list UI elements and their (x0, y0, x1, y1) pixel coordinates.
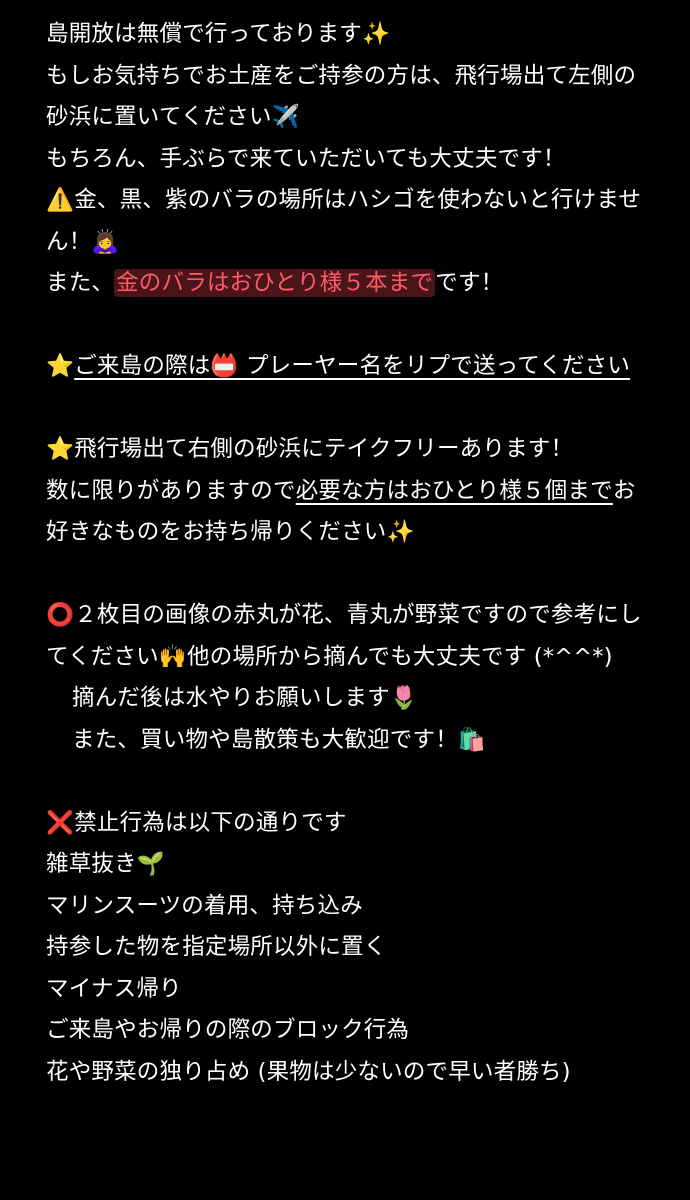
block1-line5-prefix: また、 (46, 270, 115, 296)
block4-line2: 摘んだ後は水やりお願いします🌷 (72, 685, 419, 711)
block3-line1: ⭐️飛行場出て右側の砂浜にテイクフリーあります！ (46, 436, 574, 462)
list-item: 花や野菜の独り占め (果物は少ないので早い者勝ち) (46, 1058, 571, 1085)
star-icon: ⭐️ (46, 353, 75, 379)
block1-line5: また、金のバラはおひとり様５本までです！ (46, 263, 646, 305)
block1-line4: ⚠️金、黒、紫のバラの場所はハシゴを使わないと行けません！🙇‍♀️ (46, 187, 642, 255)
list-item: ご来島やお帰りの際のブロック行為 (46, 1017, 410, 1043)
block4-line3: また、買い物や島散策も大歓迎です！🛍️ (72, 726, 487, 753)
note-body: 島開放は無償で行っております✨ もしお気持ちでお土産をご持参の方は、飛行場出て左… (0, 0, 690, 1200)
highlighted-text[interactable]: 金のバラはおひとり様５本まで (114, 269, 436, 297)
list-item: マイナス帰り (46, 975, 182, 1002)
block2-line: ⭐️ご来島の際は📛 プレーヤー名をリプで送ってください (46, 346, 646, 388)
list-item: 持参した物を指定場所以外に置く (46, 934, 387, 960)
prohibited-heading: ❌禁止行為は以下の通りです (46, 809, 347, 836)
block4-line1: ⭕️２枚目の画像の赤丸が花、青丸が野菜ですので参考にしてください🙌他の場所から摘… (46, 602, 642, 670)
block3-line2: 数に限りがありますので必要な方はおひとり様５個までお好きなものをお持ち帰りくださ… (46, 471, 646, 554)
block1-line5-suffix: です！ (435, 270, 504, 296)
block1-line2: もしお気持ちでお土産をご持参の方は、飛行場出て左側の砂浜に置いてください✈️ (46, 62, 637, 131)
block1-line3: もちろん、手ぶらで来ていただいても大丈夫です！ (46, 145, 566, 172)
block1-line1: 島開放は無償で行っております✨ (46, 21, 391, 47)
block3-line2-prefix: 数に限りがありますので (46, 477, 296, 504)
list-item: 雑草抜き🌱 (46, 851, 166, 877)
underlined-limit[interactable]: 必要な方はおひとり様５個まで (296, 478, 613, 504)
list-item: マリンスーツの着用、持ち込み (46, 892, 363, 919)
underlined-instruction[interactable]: ご来島の際は📛 プレーヤー名をリプで送ってください (74, 353, 630, 379)
